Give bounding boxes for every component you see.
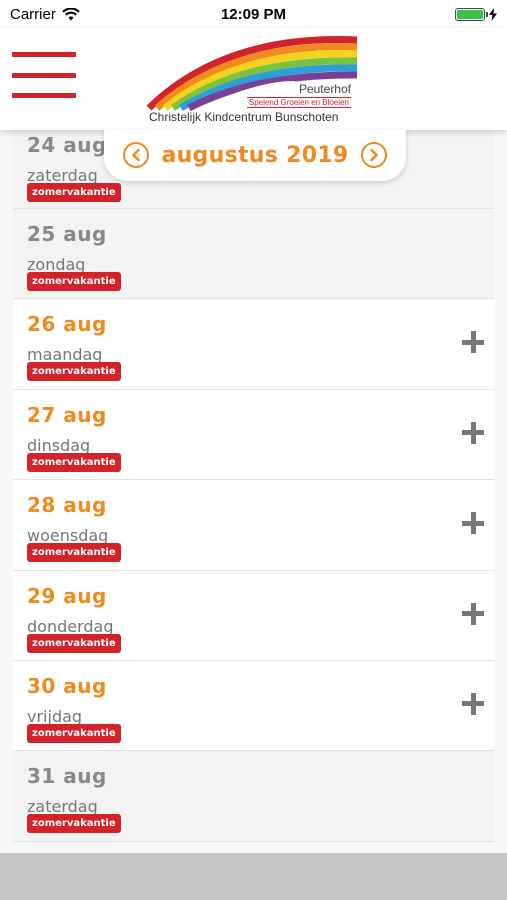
day-date: 26 aug	[27, 312, 107, 337]
day-row: 25 aug zondag zomervakantie	[13, 209, 494, 300]
logo-name: Peuterhof	[298, 82, 351, 96]
hamburger-icon-bar	[12, 52, 76, 57]
day-list: 24 aug zaterdag zomervakantie 25 aug zon…	[13, 120, 494, 842]
battery-level	[457, 9, 483, 19]
battery-icon	[455, 7, 488, 21]
day-date: 28 aug	[27, 493, 107, 518]
month-navigator: augustus 2019	[104, 129, 406, 181]
day-row[interactable]: 29 aug donderdag zomervakantie	[13, 570, 494, 661]
battery-tip	[486, 11, 488, 17]
day-row[interactable]: 28 aug woensdag zomervakantie	[13, 480, 494, 571]
day-row[interactable]: 27 aug dinsdag zomervakantie	[13, 389, 494, 481]
day-weekday: dinsdag	[27, 435, 91, 455]
day-date: 31 aug	[27, 764, 107, 789]
prev-month-button[interactable]	[123, 142, 150, 168]
day-weekday: donderdag	[27, 616, 114, 636]
day-date: 30 aug	[27, 673, 107, 698]
day-date: 25 aug	[27, 222, 107, 246]
holiday-badge: zomervakantie	[27, 723, 121, 743]
app-header: Peuterhof Spelend Groeien en Bloeien Chr…	[0, 28, 507, 130]
bottom-bar	[0, 853, 507, 900]
day-row: 31 aug zaterdag zomervakantie	[13, 751, 494, 842]
add-plus-icon[interactable]	[462, 692, 484, 715]
day-date: 24 aug	[27, 133, 107, 157]
chevron-left-icon	[132, 148, 141, 162]
holiday-badge: zomervakantie	[27, 814, 121, 834]
hamburger-icon-bar	[12, 93, 76, 98]
hamburger-icon-bar	[12, 72, 76, 78]
day-date: 27 aug	[27, 402, 107, 427]
holiday-badge: zomervakantie	[27, 543, 121, 563]
status-bar: Carrier 12:09 PM	[0, 0, 507, 28]
status-time: 12:09 PM	[220, 5, 287, 23]
day-row[interactable]: 30 aug vrijdag zomervakantie	[13, 660, 494, 752]
holiday-badge: zomervakantie	[27, 362, 121, 382]
holiday-badge: zomervakantie	[27, 272, 121, 291]
add-plus-icon[interactable]	[462, 512, 484, 535]
chevron-right-icon	[369, 148, 378, 162]
menu-button[interactable]	[12, 52, 76, 98]
day-date: 29 aug	[27, 583, 107, 608]
logo-school-name: Christelijk Kindcentrum Bunschoten	[149, 110, 339, 124]
school-logo: Peuterhof Spelend Groeien en Bloeien Chr…	[145, 34, 365, 126]
month-label: augustus 2019	[161, 142, 349, 168]
add-plus-icon[interactable]	[462, 331, 484, 354]
holiday-badge: zomervakantie	[27, 633, 121, 653]
next-month-button[interactable]	[360, 142, 387, 168]
holiday-badge: zomervakantie	[27, 183, 121, 202]
logo-tagline: Spelend Groeien en Bloeien	[246, 97, 351, 108]
day-row[interactable]: 26 aug maandag zomervakantie	[13, 299, 494, 390]
add-plus-icon[interactable]	[462, 602, 484, 625]
holiday-badge: zomervakantie	[27, 452, 121, 472]
add-plus-icon[interactable]	[462, 421, 484, 444]
